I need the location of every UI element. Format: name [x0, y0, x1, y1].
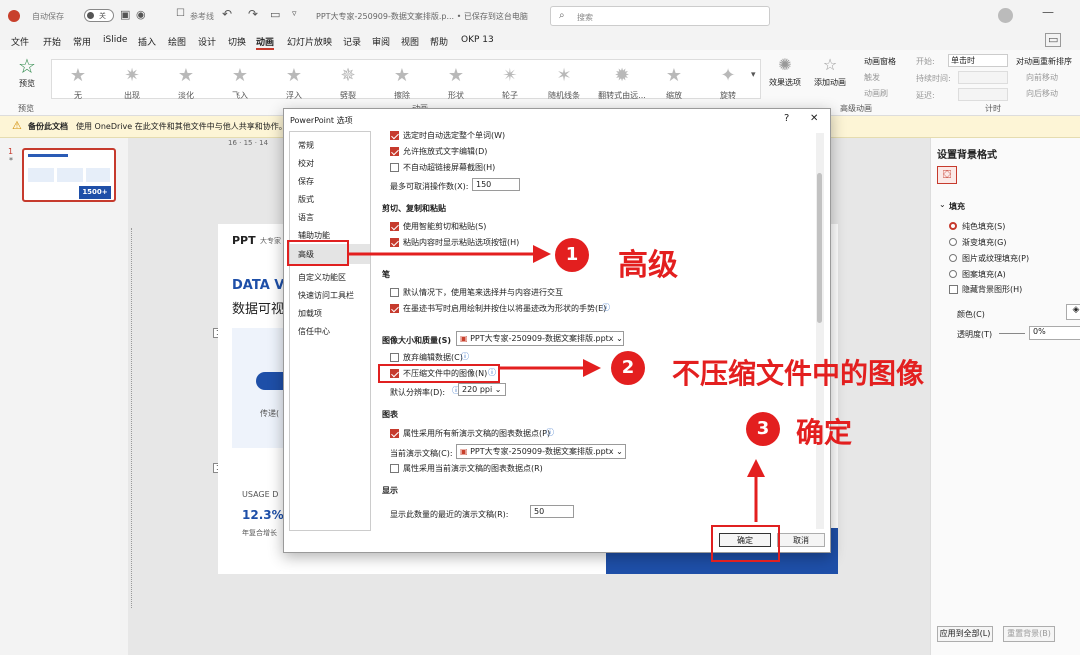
- step-2-text: 不压缩文件中的图像: [672, 357, 925, 390]
- annotation-arrows: [348, 245, 765, 522]
- step-2-badge: 2: [611, 351, 645, 385]
- step-3-text: 确定: [796, 416, 853, 449]
- step-1-badge: 1: [555, 238, 589, 272]
- step-3-badge: 3: [746, 412, 780, 446]
- step-1-text: 高级: [618, 248, 678, 283]
